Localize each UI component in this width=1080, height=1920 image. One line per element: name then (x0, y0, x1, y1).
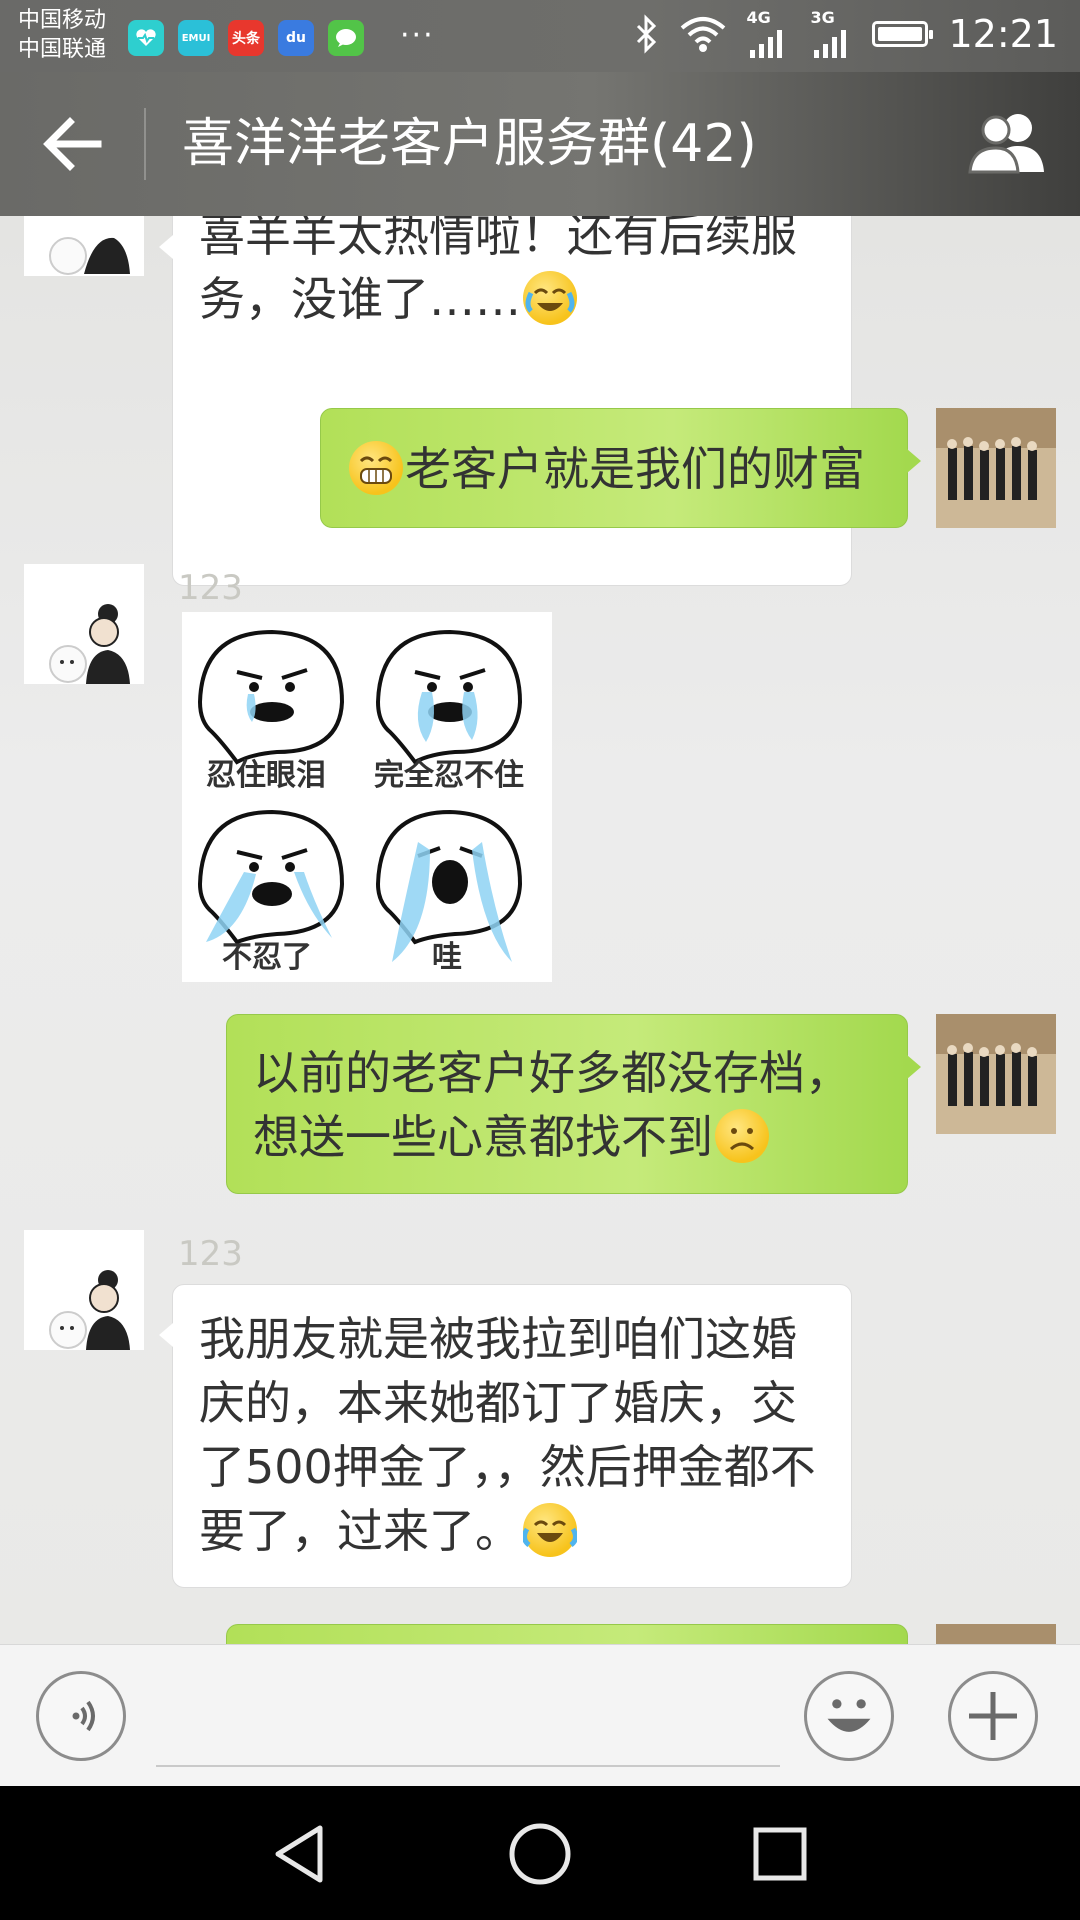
nav-recent-icon (753, 1827, 807, 1881)
message-bubble[interactable]: 喜羊羊太热情啦！还有后续服务，没谁了…… (159, 216, 852, 586)
message-text: 老客户就是我们的财富 (347, 437, 865, 501)
baidu-app-icon: du (278, 20, 314, 56)
sender-avatar[interactable] (24, 564, 144, 684)
group-members-button[interactable] (966, 110, 1050, 176)
wifi-icon (681, 17, 726, 52)
message-input[interactable] (156, 1765, 780, 1767)
nav-home-icon (509, 1823, 571, 1885)
smiley-icon (827, 1699, 871, 1732)
carrier-1: 中国移动 (18, 8, 107, 33)
nav-recent-button[interactable] (740, 1814, 820, 1894)
more-notifications-icon: ··· (400, 18, 435, 53)
wechat-app-icon (328, 20, 364, 56)
message-text: 以前的老客户好多都没存档，想送一些心意都找不到 (253, 1046, 851, 1164)
tears-of-joy-emoji (523, 1503, 577, 1557)
chat-header: 喜洋洋老客户服务群(42) (0, 72, 1080, 216)
nav-back-button[interactable] (260, 1814, 340, 1894)
back-button[interactable] (38, 112, 108, 176)
signal-4g-icon: 4G (744, 8, 792, 58)
voice-input-icon (72, 1700, 95, 1732)
message-bubble[interactable]: 老客户就是我们的财富 (320, 408, 921, 528)
voice-input-button[interactable] (36, 1671, 126, 1761)
arrow-left-icon (43, 117, 102, 171)
battery-icon (872, 21, 934, 47)
nav-home-button[interactable] (500, 1814, 580, 1894)
message-text: 喜羊羊太热情啦！还有后续服务，没谁了…… (199, 216, 797, 326)
sender-nickname: 123 (178, 568, 243, 608)
more-functions-button[interactable] (948, 1671, 1038, 1761)
message-bubble[interactable]: 以前的老客户好多都没存档，想送一些心意都找不到 (226, 1014, 921, 1194)
grin-emoji (349, 441, 403, 495)
carrier-2: 中国联通 (18, 37, 107, 62)
system-icons: 4G 3G 12:21 (632, 8, 1058, 58)
network-type-3g: 3G (810, 8, 835, 27)
clock: 12:21 (948, 12, 1058, 56)
toutiao-app-icon: 头条 (228, 20, 264, 56)
plus-icon (969, 1692, 1017, 1740)
message-bubble[interactable]: 我朋友就是被我拉到咱们这婚庆的，本来她都订了婚庆，交了500押金了，，然后押金都… (159, 1284, 852, 1588)
sticker-caption: 哇 (432, 940, 462, 975)
page-title: 喜洋洋老客户服务群(42) (182, 114, 757, 174)
emoji-button[interactable] (804, 1671, 894, 1761)
header-divider (144, 108, 146, 180)
nav-back-icon (275, 1825, 323, 1883)
sender-nickname: 123 (178, 1234, 243, 1274)
my-avatar[interactable] (936, 408, 1056, 528)
group-members-icon (968, 114, 1044, 174)
sticker-caption: 忍住眼泪 (206, 758, 326, 793)
carrier-names: 中国移动 中国联通 (18, 6, 106, 64)
sticker-caption: 完全忍不住 (374, 758, 524, 793)
sticker-caption: 不忍了 (222, 940, 312, 975)
network-type-4g: 4G (746, 8, 771, 27)
frown-emoji (715, 1109, 769, 1163)
sticker-image[interactable]: 忍住眼泪 完全忍不住 不忍了 哇 (182, 612, 552, 982)
sender-avatar[interactable] (24, 1230, 144, 1350)
sender-avatar[interactable] (24, 216, 144, 276)
status-bar: 中国移动 中国联通 EMUI 头条 du ··· 4G 3G 12:21 (0, 0, 1080, 72)
my-avatar[interactable] (936, 1014, 1056, 1134)
message-bubble[interactable] (226, 1624, 908, 1644)
bluetooth-icon (637, 14, 657, 54)
health-app-icon (128, 20, 164, 56)
system-nav-bar (0, 1786, 1080, 1920)
emui-app-icon: EMUI (178, 20, 214, 56)
signal-3g-icon: 3G (808, 8, 856, 58)
input-bar (0, 1644, 1080, 1787)
message-list[interactable]: 喜羊羊太热情啦！还有后续服务，没谁了…… 老客户就是我们的财富 123 忍住眼泪… (0, 216, 1080, 1644)
notification-icons: EMUI 头条 du (128, 20, 364, 56)
my-avatar[interactable] (936, 1624, 1056, 1644)
laugh-cry-emoji (523, 271, 577, 325)
message-text: 我朋友就是被我拉到咱们这婚庆的，本来她都订了婚庆，交了500押金了，，然后押金都… (199, 1312, 816, 1558)
